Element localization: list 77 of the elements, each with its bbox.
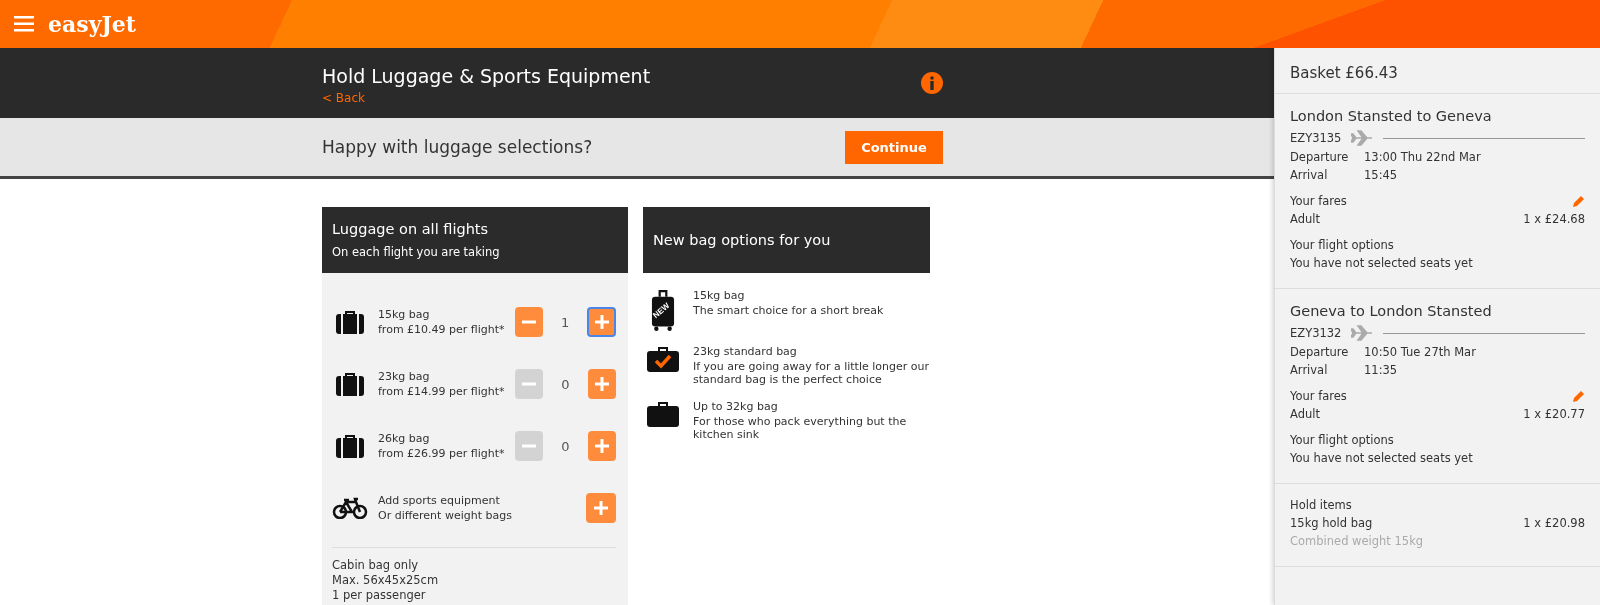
item-name: 26kg bag	[378, 432, 431, 445]
option-description: If you are going away for a little longer our standard bag is the perfect choice	[693, 360, 930, 386]
options-label: Your flight options	[1290, 238, 1394, 252]
fare-price: 1 x £24.68	[1523, 212, 1585, 226]
fare-price: 1 x £20.77	[1523, 407, 1585, 421]
increase-button[interactable]	[587, 431, 616, 461]
pencil-icon	[1572, 194, 1585, 208]
fare-type: Adult	[1290, 407, 1320, 421]
item-price: from £26.99 per flight*	[378, 447, 505, 460]
plus-icon	[593, 500, 609, 516]
quantity: 1	[560, 314, 571, 330]
option-description: For those who pack everything but the kitchen sink	[693, 415, 908, 441]
confirm-question: Happy with luggage selections?	[322, 137, 593, 157]
quantity: 0	[560, 376, 571, 392]
plus-icon	[593, 376, 610, 392]
options-label: Your flight options	[1290, 433, 1394, 447]
suitcase-icon	[335, 371, 365, 397]
flight-number: EZY3135	[1290, 131, 1342, 145]
plus-icon	[593, 438, 610, 454]
seats-note: You have not selected seats yet	[1290, 256, 1473, 270]
bicycle-icon	[332, 497, 368, 519]
suitcase-icon	[646, 400, 680, 428]
flight-number: EZY3132	[1290, 326, 1342, 340]
quantity: 0	[560, 438, 571, 454]
increase-button[interactable]	[586, 493, 616, 523]
item-price: from £14.99 per flight*	[378, 385, 505, 398]
option-name: 15kg bag	[693, 289, 746, 302]
plane-icon	[1351, 325, 1374, 341]
suitcase-icon	[335, 433, 365, 459]
pencil-icon	[1572, 389, 1585, 403]
cabin-note: 1 per passenger	[332, 588, 427, 603]
fares-label: Your fares	[1290, 389, 1347, 403]
hold-label: Hold items	[1290, 498, 1353, 512]
item-price: Or different weight bags	[378, 509, 513, 522]
option-name: 23kg standard bag	[693, 345, 798, 358]
suitcase-icon	[335, 309, 365, 335]
cabin-note: Cabin bag only	[332, 558, 420, 573]
item-price: from £10.49 per flight*	[378, 323, 505, 336]
weight-note: Combined weight 15kg	[1290, 534, 1425, 548]
arrival-time: 15:45	[1364, 168, 1398, 182]
flight-route: London Stansted to Geneva	[1290, 108, 1493, 124]
trolley-bag-icon	[650, 289, 676, 331]
arrival-time: 11:35	[1364, 363, 1398, 377]
increase-button[interactable]	[587, 369, 616, 399]
item-name: Add sports equipment	[378, 494, 501, 507]
card-title: Luggage on all flights	[332, 221, 490, 237]
departure-label: Departure	[1290, 150, 1350, 164]
suitcase-check-icon	[646, 345, 680, 373]
arrival-label: Arrival	[1290, 168, 1329, 182]
hold-item: 15kg hold bag	[1290, 516, 1373, 530]
decrease-button[interactable]	[514, 307, 543, 337]
logo[interactable]: easyJet	[48, 11, 136, 37]
seats-note: You have not selected seats yet	[1290, 451, 1473, 465]
arrival-label: Arrival	[1290, 363, 1329, 377]
info-icon[interactable]	[921, 72, 943, 94]
departure-label: Departure	[1290, 345, 1350, 359]
plane-icon	[1351, 130, 1374, 146]
fares-label: Your fares	[1290, 194, 1347, 208]
departure-time: 13:00 Thu 22nd Mar	[1364, 150, 1481, 164]
continue-button[interactable]: Continue	[845, 130, 943, 164]
card-title: New bag options for you	[653, 232, 832, 248]
menu-icon[interactable]	[14, 16, 34, 32]
back-link[interactable]: < Back	[322, 91, 365, 105]
option-name: Up to 32kg bag	[693, 400, 779, 413]
item-name: 15kg bag	[378, 308, 431, 321]
basket-title: Basket £66.43	[1275, 48, 1600, 94]
cabin-note: Max. 56x45x25cm	[332, 573, 440, 588]
card-subtitle: On each flight you are taking	[332, 245, 501, 259]
fare-type: Adult	[1290, 212, 1320, 226]
hold-price: 1 x £20.98	[1523, 516, 1585, 530]
flight-route: Geneva to London Stansted	[1290, 303, 1493, 319]
plus-icon	[593, 314, 610, 330]
departure-time: 10:50 Tue 27th Mar	[1364, 345, 1476, 359]
increase-button[interactable]	[587, 307, 616, 337]
page-title: Hold Luggage & Sports Equipment	[322, 65, 651, 87]
item-name: 23kg bag	[378, 370, 431, 383]
option-description: The smart choice for a short break	[693, 304, 885, 317]
